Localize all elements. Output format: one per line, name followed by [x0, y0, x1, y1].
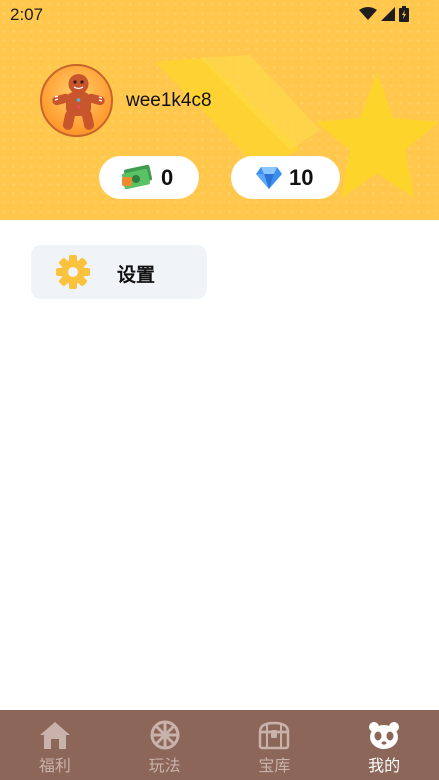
nav-item-welfare[interactable]: 福利	[0, 710, 110, 780]
bottom-nav: 福利 玩法 宝库 我的	[0, 710, 439, 780]
status-bar: 2:07	[0, 0, 439, 30]
signal-icon	[381, 7, 395, 21]
avatar[interactable]	[40, 64, 113, 137]
panda-icon	[369, 722, 400, 749]
cash-balance[interactable]: 0	[99, 156, 199, 199]
settings-button[interactable]: 设置	[31, 245, 207, 299]
profile-header: 2:07 wee1k4c8 0 10	[0, 0, 439, 220]
treasure-chest-icon	[259, 721, 290, 750]
battery-icon	[399, 6, 409, 22]
wheel-icon	[150, 720, 180, 750]
nav-item-play[interactable]: 玩法	[110, 710, 220, 780]
nav-item-mine[interactable]: 我的	[329, 710, 439, 780]
nav-label-play: 玩法	[148, 756, 181, 775]
gem-value: 10	[289, 165, 314, 190]
wifi-icon	[359, 7, 377, 20]
settings-label: 设置	[117, 264, 156, 286]
nav-item-treasury[interactable]: 宝库	[220, 710, 330, 780]
diamond-icon	[255, 163, 283, 195]
nav-label-treasury: 宝库	[258, 756, 291, 775]
gear-icon	[56, 255, 90, 289]
gem-balance[interactable]: 10	[231, 156, 340, 199]
nav-label-welfare: 福利	[38, 756, 71, 775]
status-icons	[359, 6, 409, 22]
cash-value: 0	[161, 165, 174, 190]
cash-icon	[121, 164, 155, 194]
status-time: 2:07	[10, 5, 44, 24]
username: wee1k4c8	[126, 90, 212, 111]
nav-label-mine: 我的	[368, 756, 401, 775]
home-icon	[39, 722, 70, 749]
app-screen: 2:07 wee1k4c8 0 10 设置 福利 玩法 宝库 我的	[0, 0, 439, 780]
